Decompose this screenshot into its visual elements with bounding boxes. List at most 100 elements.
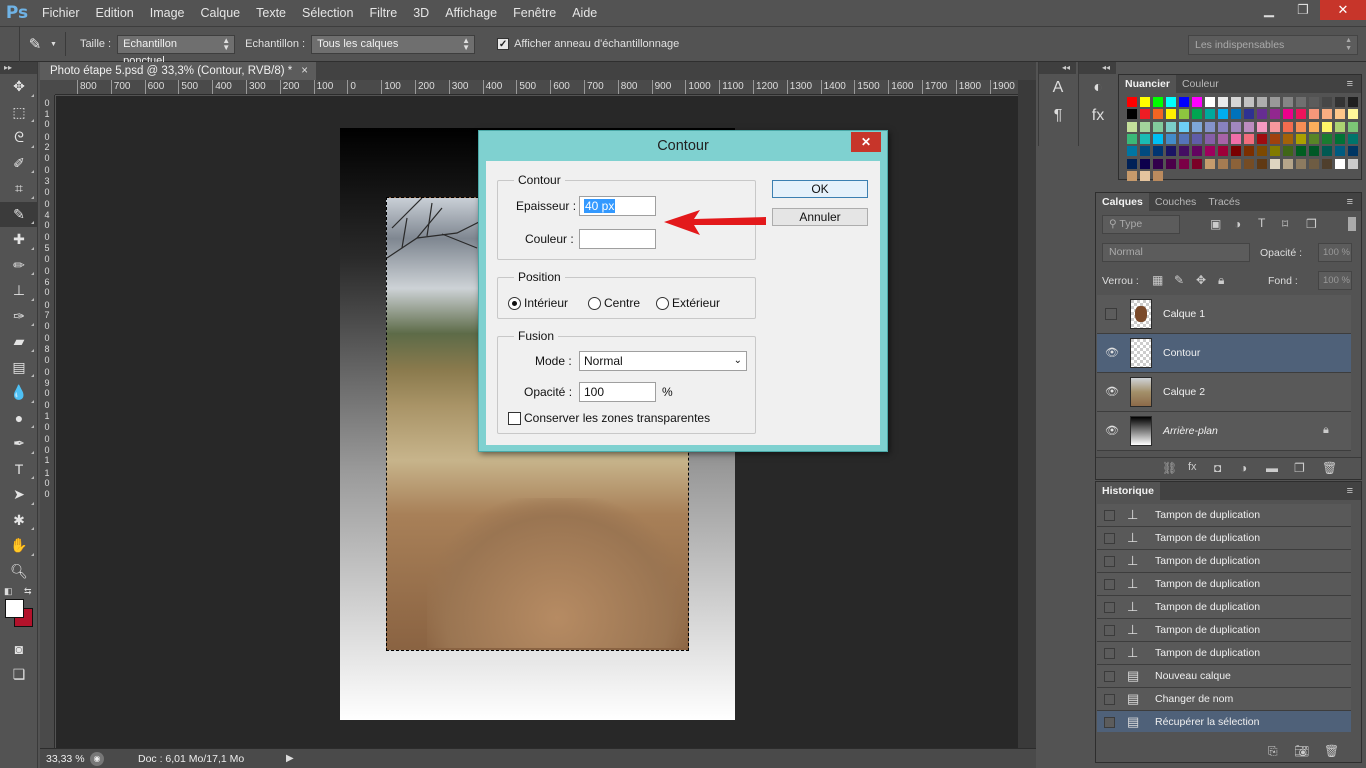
color-swatch-cell[interactable] xyxy=(1179,158,1189,169)
color-swatch-cell[interactable] xyxy=(1244,109,1254,120)
color-swatch-cell[interactable] xyxy=(1335,158,1345,169)
eye-icon[interactable]: 👁︎ xyxy=(1105,346,1119,360)
layer-row-calque-2[interactable]: 👁︎ Calque 2 xyxy=(1097,373,1351,412)
color-swatch-cell[interactable] xyxy=(1270,133,1280,144)
color-swatch-cell[interactable] xyxy=(1166,97,1176,107)
status-share-icon[interactable]: ◉ xyxy=(90,751,104,766)
minimize-icon[interactable]: ▁ xyxy=(1252,0,1286,20)
color-swatch-cell[interactable] xyxy=(1231,121,1241,132)
history-item-selected[interactable]: ▤ Récupérer la sélection xyxy=(1097,711,1351,732)
dodge-tool-icon[interactable]: ● xyxy=(0,406,38,432)
color-swatch-cell[interactable] xyxy=(1179,97,1189,107)
color-swatch-cell[interactable] xyxy=(1322,158,1332,169)
color-swatch-cell[interactable] xyxy=(1218,158,1228,169)
history-snapshot-box[interactable] xyxy=(1104,694,1115,705)
history-brush-tool-icon[interactable]: ✑ xyxy=(0,304,38,330)
color-swatch-cell[interactable] xyxy=(1205,158,1215,169)
filter-toggle[interactable] xyxy=(1348,217,1356,231)
zoom-level[interactable]: 33,33 % xyxy=(40,753,90,765)
color-swatch-cell[interactable] xyxy=(1244,146,1254,157)
radio-centre[interactable] xyxy=(588,297,601,310)
tab-couleur[interactable]: Couleur xyxy=(1176,75,1225,93)
color-swatch-cell[interactable] xyxy=(1348,158,1358,169)
color-swatch-cell[interactable] xyxy=(1166,146,1176,157)
history-item[interactable]: ⊥ Tampon de duplication xyxy=(1097,619,1351,642)
new-document-from-state-icon[interactable]: ⎘ xyxy=(1268,744,1278,759)
foreground-color[interactable] xyxy=(5,599,24,618)
history-snapshot-box[interactable] xyxy=(1104,602,1115,613)
color-swatch-cell[interactable] xyxy=(1257,146,1267,157)
color-swatch-cell[interactable] xyxy=(1179,133,1189,144)
sample-select[interactable]: Tous les calques ▲ ▼ xyxy=(311,34,476,54)
color-swatch-cell[interactable] xyxy=(1283,133,1293,144)
zoom-tool-icon[interactable]: 🔍︎ xyxy=(0,559,38,585)
history-item[interactable]: ⊥ Tampon de duplication xyxy=(1097,596,1351,619)
collapse-icon[interactable]: ◂◂ xyxy=(1079,62,1116,74)
fx-icon[interactable]: fx xyxy=(1188,461,1197,473)
color-swatch-cell[interactable] xyxy=(1270,97,1280,107)
color-swatch-cell[interactable] xyxy=(1231,109,1241,120)
filter-type-icon[interactable]: T xyxy=(1258,216,1265,230)
color-swatch-cell[interactable] xyxy=(1244,133,1254,144)
menu-texte[interactable]: Texte xyxy=(248,0,294,26)
color-swatch-cell[interactable] xyxy=(1270,146,1280,157)
swap-colors-icon[interactable]: ⇆ xyxy=(24,586,32,597)
history-snapshot-box[interactable] xyxy=(1104,579,1115,590)
color-swatch-cell[interactable] xyxy=(1231,133,1241,144)
color-swatch-cell[interactable] xyxy=(1257,121,1267,132)
menu-aide[interactable]: Aide xyxy=(564,0,605,26)
color-swatch-cell[interactable] xyxy=(1127,133,1137,144)
layer-row-arriere-plan[interactable]: 👁︎ Arrière-plan 🔒︎ xyxy=(1097,412,1351,451)
color-swatch-cell[interactable] xyxy=(1140,97,1150,107)
panel-menu-icon[interactable]: ≡ xyxy=(1347,482,1361,500)
history-snapshot-box[interactable] xyxy=(1104,510,1115,521)
color-swatch-cell[interactable] xyxy=(1309,158,1319,169)
layer-row-calque-1[interactable]: Calque 1 xyxy=(1097,295,1351,334)
history-snapshot-box[interactable] xyxy=(1104,717,1115,728)
status-menu-arrow-icon[interactable]: ▶ xyxy=(286,753,294,764)
brush-tool-icon[interactable]: ✏ xyxy=(0,253,38,279)
color-swatch-cell[interactable] xyxy=(1192,146,1202,157)
adjustment-layer-icon[interactable]: ◑ xyxy=(1240,461,1247,475)
delete-state-icon[interactable]: 🗑︎ xyxy=(1324,744,1339,758)
color-swatch-cell[interactable] xyxy=(1218,109,1228,120)
menu-fichier[interactable]: Fichier xyxy=(34,0,88,26)
link-layers-icon[interactable]: ⛓ xyxy=(1162,461,1177,475)
pen-tool-icon[interactable]: ✒ xyxy=(0,431,38,457)
color-swatch-cell[interactable] xyxy=(1179,146,1189,157)
menu-selection[interactable]: Sélection xyxy=(294,0,361,26)
filter-image-icon[interactable]: ▣ xyxy=(1210,217,1221,231)
color-swatch-cell[interactable] xyxy=(1283,146,1293,157)
size-select[interactable]: Echantillon ponctuel ▲ ▼ xyxy=(117,34,236,67)
color-swatch-cell[interactable] xyxy=(1283,121,1293,132)
tab-nuancier[interactable]: Nuancier xyxy=(1119,75,1176,93)
eye-icon[interactable]: 👁︎ xyxy=(1105,424,1119,438)
color-swatch-cell[interactable] xyxy=(1348,146,1358,157)
color-swatch-cell[interactable] xyxy=(1309,109,1319,120)
workspace-select[interactable]: Les indispensables ▲ ▼ xyxy=(1188,35,1358,55)
color-swatch-cell[interactable] xyxy=(1322,133,1332,144)
panel-menu-icon[interactable]: ≡ xyxy=(1347,193,1361,211)
color-swatch-cell[interactable] xyxy=(1270,121,1280,132)
color-swatch-cell[interactable] xyxy=(1335,97,1345,107)
add-mask-icon[interactable]: ◘ xyxy=(1214,461,1221,475)
color-swatch-cell[interactable] xyxy=(1127,109,1137,120)
color-swatch-cell[interactable] xyxy=(1322,146,1332,157)
snapshot-camera-icon[interactable]: 📷︎ xyxy=(1294,744,1309,758)
color-swatch-cell[interactable] xyxy=(1153,97,1163,107)
radio-exterieur[interactable] xyxy=(656,297,669,310)
color-swatch-cell[interactable] xyxy=(1127,158,1137,169)
color-swatch-cell[interactable] xyxy=(1335,133,1345,144)
paragraph-panel-icon[interactable]: ¶ xyxy=(1039,102,1077,130)
color-swatch-cell[interactable] xyxy=(1140,109,1150,120)
shape-tool-icon[interactable]: ✱ xyxy=(0,508,38,534)
color-swatch-cell[interactable] xyxy=(1192,121,1202,132)
color-swatch-cell[interactable] xyxy=(1296,133,1306,144)
radio-centre-label[interactable]: Centre xyxy=(604,296,640,310)
color-swatch-cell[interactable] xyxy=(1205,97,1215,107)
color-swatch-cell[interactable] xyxy=(1296,109,1306,120)
color-swatch-cell[interactable] xyxy=(1127,121,1137,132)
healing-brush-tool-icon[interactable]: ✚ xyxy=(0,227,38,253)
document-tab[interactable]: Photo étape 5.psd @ 33,3% (Contour, RVB/… xyxy=(40,62,316,80)
history-snapshot-box[interactable] xyxy=(1104,556,1115,567)
